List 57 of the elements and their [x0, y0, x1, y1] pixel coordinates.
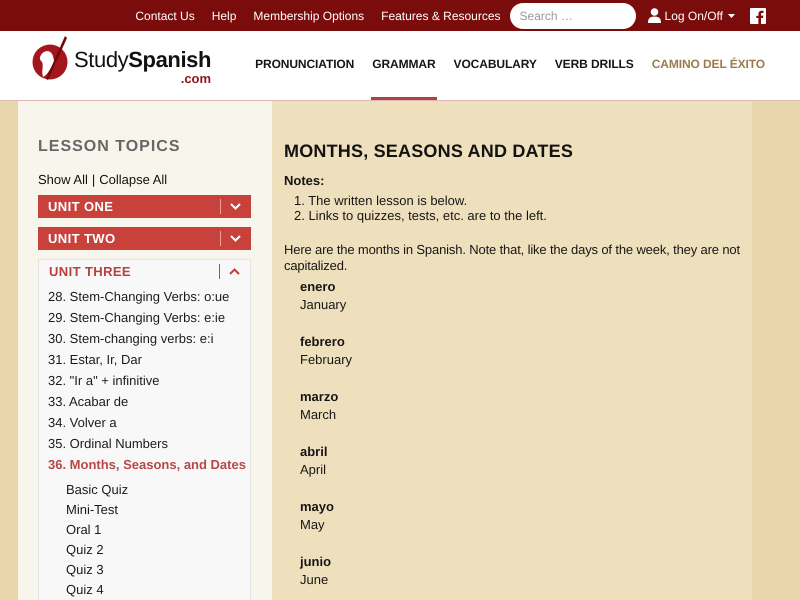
english-translation: March [300, 406, 338, 424]
accordion-header[interactable]: UNIT TWO [38, 227, 251, 250]
facebook-icon[interactable] [750, 8, 766, 24]
note-item: 1. The written lesson is below. [293, 193, 468, 208]
nav-tab[interactable]: CAMINO DEL ÉXITO [650, 31, 766, 100]
spanish-term: enero [300, 278, 336, 296]
notes-heading: Notes: [284, 172, 326, 189]
quiz-link[interactable]: Quiz 4 [66, 580, 104, 600]
top-nav-link[interactable]: Contact Us [135, 8, 195, 22]
logo-icon[interactable] [32, 35, 70, 81]
search-field[interactable]: Search … [510, 2, 636, 28]
logo-domain: .com [180, 72, 212, 86]
english-translation: January [300, 296, 346, 314]
top-nav-link[interactable]: Help [212, 8, 236, 22]
spanish-term: mayo [300, 498, 334, 516]
spanish-term: abril [300, 443, 328, 461]
lesson-link[interactable]: 31. Estar, Ir, Dar [48, 349, 142, 370]
lesson-link[interactable]: 29. Stem-Changing Verbs: e:ie [48, 307, 226, 328]
spanish-term: junio [300, 553, 332, 571]
show-all-link[interactable]: Show All [38, 171, 88, 188]
lesson-link[interactable]: 30. Stem-changing verbs: e:i [48, 328, 214, 349]
english-translation: February [300, 351, 352, 369]
english-translation: April [300, 461, 328, 479]
spanish-term: febrero [300, 333, 346, 351]
user-icon [648, 8, 661, 23]
spanish-term: marzo [300, 388, 338, 406]
logo-wordmark[interactable]: StudySpanish [74, 48, 212, 72]
lesson-link[interactable]: 36. Months, Seasons, and Dates [48, 454, 246, 475]
quiz-link[interactable]: Quiz 2 [66, 540, 104, 560]
collapse-all-link[interactable]: Collapse All [99, 171, 168, 188]
lesson-link[interactable]: 28. Stem-Changing Verbs: o:ue [48, 286, 230, 307]
lesson-link[interactable]: 35. Ordinal Numbers [48, 433, 168, 454]
nav-tab[interactable]: VERB DRILLS [554, 31, 635, 100]
chevron-up-icon [229, 268, 240, 275]
english-translation: May [300, 516, 326, 534]
accordion-header[interactable]: UNIT ONE [38, 195, 251, 218]
chevron-down-icon [230, 235, 241, 242]
intro-paragraph: Here are the months in Spanish. Note that, like the days of the week, they are not capitalized. [284, 242, 741, 274]
quiz-link[interactable]: Mini-Test [66, 500, 118, 520]
note-item: 2. Links to quizzes, tests, etc. are to the left. [293, 208, 548, 223]
quiz-link[interactable]: Quiz 3 [66, 560, 104, 580]
sidebar-heading: LESSON TOPICS [38, 137, 182, 157]
caret-icon [728, 14, 735, 18]
quiz-link[interactable]: Oral 1 [66, 520, 102, 540]
nav-tab[interactable]: PRONUNCIATION [254, 31, 356, 100]
account-menu-button[interactable]: Log On/Off [648, 8, 735, 23]
top-nav-link[interactable]: Features & Resources [381, 8, 501, 22]
nav-tab[interactable]: VOCABULARY [452, 31, 538, 100]
english-translation: June [300, 571, 330, 589]
chevron-down-icon [230, 203, 241, 210]
top-nav-link[interactable]: Membership Options [253, 8, 364, 22]
quiz-link[interactable]: Basic Quiz [66, 480, 128, 500]
lesson-title: MONTHS, SEASONS AND DATES [284, 140, 574, 163]
lesson-link[interactable]: 34. Volver a [48, 412, 117, 433]
lesson-link[interactable]: 33. Acabar de [48, 391, 128, 412]
lesson-link[interactable]: 32. "Ir a" + infinitive [48, 370, 160, 391]
link-separator: | [92, 171, 96, 188]
